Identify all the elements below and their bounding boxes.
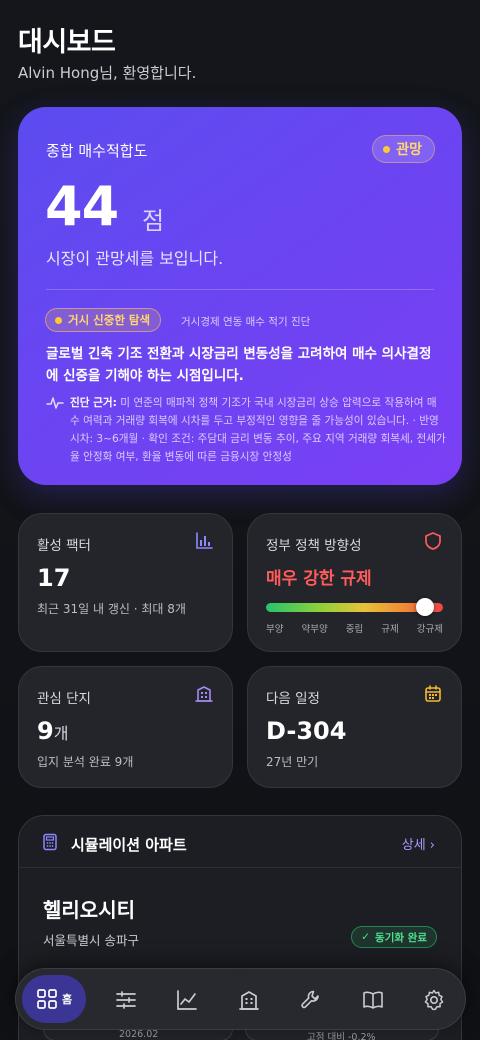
next-schedule-card[interactable]: 다음 일정 D-304 27년 만기 xyxy=(247,666,462,788)
simulation-change: 고점 대비 -0.2% xyxy=(307,1032,376,1040)
gauge-scale-label: 중립 xyxy=(345,624,364,635)
grid-icon xyxy=(37,989,57,1009)
simulation-header: 시뮬레이션 아파트 상세 › xyxy=(19,816,461,868)
policy-gauge xyxy=(266,598,443,616)
watchlist-card[interactable]: 관심 단지 9개 입지 분석 완료 9개 xyxy=(18,666,233,788)
simulation-title: 시뮬레이션 아파트 xyxy=(71,836,187,854)
divider xyxy=(46,289,434,290)
suitability-label: 종합 매수적합도 xyxy=(46,142,148,160)
policy-direction-card[interactable]: 정부 정책 방향성 매우 강한 규제 부양 약부양 중립 규제 강규제 xyxy=(247,513,462,652)
status-badge-label: 관망 xyxy=(396,142,422,158)
welcome-message: Alvin Hong님, 환영합니다. xyxy=(18,64,197,82)
watchlist-title: 관심 단지 xyxy=(37,691,91,707)
bottom-navigation: 홈 xyxy=(15,968,466,1030)
schedule-sub: 27년 만기 xyxy=(266,755,319,769)
policy-title: 정부 정책 방향성 xyxy=(266,538,362,554)
watchlist-value: 9 xyxy=(37,717,54,745)
shield-icon xyxy=(425,532,441,550)
score-unit: 점 xyxy=(142,207,165,235)
diagnosis-summary: 글로벌 긴축 기조 전환과 시장금리 변동성을 고려하여 매수 의사결정에 신중… xyxy=(46,346,432,384)
sync-label: 동기화 완료 xyxy=(375,931,427,944)
gauge-scale-label: 약부양 xyxy=(301,624,328,635)
status-badge: 관망 xyxy=(372,135,435,163)
apartment-location: 서울특별시 송파구 xyxy=(43,933,139,948)
basis-text: 진단 근거: 미 연준의 매파적 정책 기조가 국내 시장금리 상승 압력으로 … xyxy=(70,394,446,466)
calculator-icon xyxy=(43,833,57,851)
simulation-date: 2026.02 xyxy=(119,1029,159,1040)
gauge-scale-label: 부양 xyxy=(266,624,284,635)
status-dot-icon xyxy=(383,145,391,153)
simulation-detail-link[interactable]: 상세 › xyxy=(402,834,435,853)
schedule-dday: D-304 xyxy=(266,717,347,745)
buy-suitability-card[interactable]: 종합 매수적합도 관망 44 점 시장이 관망세를 보입니다. 거시 신중한 탐… xyxy=(18,107,462,485)
sync-badge: ✓ 동기화 완료 xyxy=(351,926,437,948)
sliders-icon[interactable] xyxy=(114,988,138,1012)
page-title: 대시보드 xyxy=(18,27,116,58)
book-icon[interactable] xyxy=(361,988,385,1012)
calendar-icon xyxy=(425,685,441,702)
macro-chip: 거시 신중한 탐색 xyxy=(45,308,162,332)
pulse-icon xyxy=(46,397,64,409)
line-chart-icon[interactable] xyxy=(175,988,199,1012)
suitability-score: 44 xyxy=(45,175,119,238)
nav-home-label: 홈 xyxy=(61,993,73,1006)
macro-chip-caption: 거시경제 연동 매수 적기 진단 xyxy=(181,316,311,328)
nav-home[interactable]: 홈 xyxy=(22,975,86,1023)
wrench-icon[interactable] xyxy=(299,988,323,1012)
diagnosis-basis: 진단 근거: 미 연준의 매파적 정책 기조가 국내 시장금리 상승 압력으로 … xyxy=(46,394,446,466)
gear-icon[interactable] xyxy=(422,988,446,1012)
active-factors-title: 활성 팩터 xyxy=(37,538,91,554)
watchlist-unit: 개 xyxy=(53,724,69,743)
active-factors-sub: 최근 31일 내 갱신 · 최대 8개 xyxy=(37,602,186,616)
market-status-text: 시장이 관망세를 보입니다. xyxy=(46,249,224,268)
bar-chart-icon xyxy=(196,532,213,549)
watchlist-count: 9개 xyxy=(37,717,68,745)
building-icon xyxy=(195,686,213,702)
gauge-scale: 부양 약부양 중립 규제 강규제 xyxy=(266,621,443,635)
apartment-name: 헬리오시티 xyxy=(43,898,135,922)
active-factors-count: 17 xyxy=(37,564,71,592)
policy-value: 매우 강한 규제 xyxy=(266,569,372,589)
gauge-scale-label: 강규제 xyxy=(416,624,443,635)
active-factors-card[interactable]: 활성 팩터 17 최근 31일 내 갱신 · 최대 8개 xyxy=(18,513,233,652)
check-icon: ✓ xyxy=(361,931,371,943)
basis-label: 진단 근거: xyxy=(70,397,117,409)
basis-body: 미 연준의 매파적 정책 기조가 국내 시장금리 상승 압력으로 작용하여 매수… xyxy=(70,397,446,463)
macro-chip-label: 거시 신중한 탐색 xyxy=(68,313,151,327)
building-nav-icon[interactable] xyxy=(237,988,261,1012)
chip-dot-icon xyxy=(55,316,62,324)
gauge-scale-label: 규제 xyxy=(381,624,399,635)
watchlist-sub: 입지 분석 완료 9개 xyxy=(37,755,134,769)
schedule-title: 다음 일정 xyxy=(266,691,320,707)
gauge-knob xyxy=(416,598,435,616)
